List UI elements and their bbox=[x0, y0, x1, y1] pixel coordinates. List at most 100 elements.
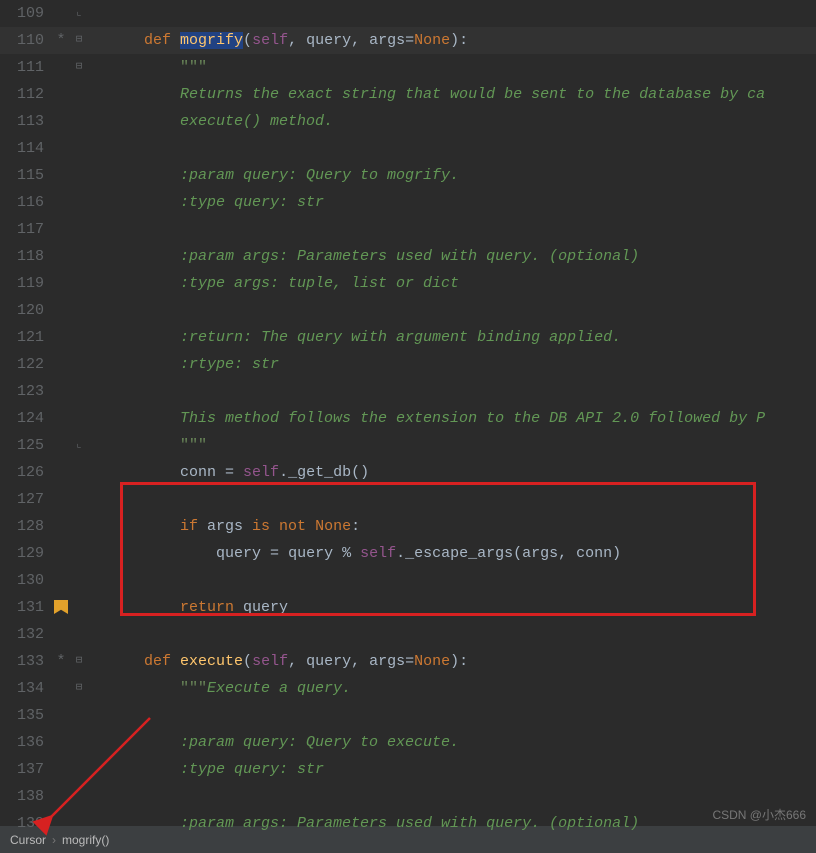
code-line[interactable]: 129 query = query % self._escape_args(ar… bbox=[0, 540, 816, 567]
token-kw: return bbox=[180, 599, 243, 616]
code-content[interactable]: :param args: Parameters used with query.… bbox=[88, 243, 816, 270]
code-line[interactable]: 125 ⌞ """ bbox=[0, 432, 816, 459]
code-content[interactable]: :rtype: str bbox=[88, 351, 816, 378]
code-content[interactable]: :type query: str bbox=[88, 189, 816, 216]
code-line[interactable]: 113 execute() method. bbox=[0, 108, 816, 135]
code-content[interactable]: """ bbox=[88, 54, 816, 81]
token-op: , bbox=[288, 653, 306, 670]
code-line[interactable]: 117 bbox=[0, 216, 816, 243]
token-doc: :return: The query with argument binding… bbox=[180, 329, 621, 346]
fold-end-icon[interactable]: ⌞ bbox=[76, 0, 83, 27]
code-content[interactable]: return query bbox=[88, 594, 816, 621]
code-line[interactable]: 118 :param args: Parameters used with qu… bbox=[0, 243, 816, 270]
line-number: 120 bbox=[0, 297, 52, 324]
code-line[interactable]: 132 bbox=[0, 621, 816, 648]
fold-gutter[interactable]: ⌞ bbox=[70, 0, 88, 27]
code-content[interactable]: """ bbox=[88, 432, 816, 459]
code-content[interactable]: :param args: Parameters used with query.… bbox=[88, 810, 816, 837]
fold-gutter[interactable]: ⊟ bbox=[70, 27, 88, 54]
token-doc: :rtype: str bbox=[180, 356, 279, 373]
code-line[interactable]: 134⊟ """Execute a query. bbox=[0, 675, 816, 702]
fold-start-icon[interactable]: ⊟ bbox=[76, 648, 83, 675]
code-line[interactable]: 130 bbox=[0, 567, 816, 594]
code-line[interactable]: 136 :param query: Query to execute. bbox=[0, 729, 816, 756]
line-number: 125 bbox=[0, 432, 52, 459]
code-line[interactable]: 131 return query bbox=[0, 594, 816, 621]
code-content[interactable]: def execute(self, query, args=None): bbox=[88, 648, 816, 675]
code-line[interactable]: 138 bbox=[0, 783, 816, 810]
code-line[interactable]: 116 :type query: str bbox=[0, 189, 816, 216]
fold-start-icon[interactable]: ⊟ bbox=[76, 54, 83, 81]
token-prm: _escape_args(args bbox=[405, 545, 558, 562]
fold-start-icon[interactable]: ⊟ bbox=[76, 675, 83, 702]
bookmark-icon bbox=[54, 600, 68, 614]
code-content[interactable]: def mogrify(self, query, args=None): bbox=[88, 27, 816, 54]
code-content[interactable]: This method follows the extension to the… bbox=[88, 405, 816, 432]
fold-gutter[interactable]: ⊟ bbox=[70, 54, 88, 81]
gutter-change-marker: * bbox=[52, 648, 70, 675]
code-content[interactable]: :param query: Query to execute. bbox=[88, 729, 816, 756]
token-prm: args bbox=[369, 32, 405, 49]
fold-gutter[interactable]: ⊟ bbox=[70, 675, 88, 702]
code-line[interactable]: 124 This method follows the extension to… bbox=[0, 405, 816, 432]
code-content[interactable]: conn = self._get_db() bbox=[88, 459, 816, 486]
token-none: None bbox=[414, 32, 450, 49]
token-op: = bbox=[270, 545, 288, 562]
line-number: 132 bbox=[0, 621, 52, 648]
fold-start-icon[interactable]: ⊟ bbox=[76, 27, 83, 54]
line-number: 123 bbox=[0, 378, 52, 405]
line-number: 110 bbox=[0, 27, 52, 54]
code-content[interactable]: :param query: Query to mogrify. bbox=[88, 162, 816, 189]
code-line[interactable]: 121 :return: The query with argument bin… bbox=[0, 324, 816, 351]
token-slf: self bbox=[360, 545, 396, 562]
code-content[interactable]: execute() method. bbox=[88, 108, 816, 135]
code-content[interactable]: """Execute a query. bbox=[88, 675, 816, 702]
token-str: """ bbox=[180, 59, 207, 76]
code-line[interactable]: 128 if args is not None: bbox=[0, 513, 816, 540]
code-line[interactable]: 114 bbox=[0, 135, 816, 162]
code-line[interactable]: 139 :param args: Parameters used with qu… bbox=[0, 810, 816, 837]
line-number: 119 bbox=[0, 270, 52, 297]
code-line[interactable]: 119 :type args: tuple, list or dict bbox=[0, 270, 816, 297]
fold-gutter[interactable]: ⊟ bbox=[70, 648, 88, 675]
code-content[interactable]: Returns the exact string that would be s… bbox=[88, 81, 816, 108]
line-number: 124 bbox=[0, 405, 52, 432]
token-prm: query bbox=[288, 545, 342, 562]
fold-gutter[interactable]: ⌞ bbox=[70, 432, 88, 459]
code-editor[interactable]: 109⌞110*⊟ def mogrify(self, query, args=… bbox=[0, 0, 816, 826]
code-line[interactable]: 127 bbox=[0, 486, 816, 513]
token-op: , bbox=[351, 653, 369, 670]
line-number: 133 bbox=[0, 648, 52, 675]
token-op: ( bbox=[243, 653, 252, 670]
code-line[interactable]: 115 :param query: Query to mogrify. bbox=[0, 162, 816, 189]
fold-end-icon[interactable]: ⌞ bbox=[76, 432, 83, 459]
token-prm: conn bbox=[180, 464, 225, 481]
code-content[interactable]: query = query % self._escape_args(args, … bbox=[88, 540, 816, 567]
code-line[interactable]: 137 :type query: str bbox=[0, 756, 816, 783]
code-line[interactable]: 110*⊟ def mogrify(self, query, args=None… bbox=[0, 27, 816, 54]
code-line[interactable]: 123 bbox=[0, 378, 816, 405]
code-content[interactable]: :type query: str bbox=[88, 756, 816, 783]
token-prm: query bbox=[243, 599, 288, 616]
code-line[interactable]: 126 conn = self._get_db() bbox=[0, 459, 816, 486]
code-content[interactable]: :type args: tuple, list or dict bbox=[88, 270, 816, 297]
code-content[interactable]: :return: The query with argument binding… bbox=[88, 324, 816, 351]
watermark: CSDN @小杰666 bbox=[712, 806, 806, 823]
token-prm: args bbox=[207, 518, 252, 535]
token-sel: mogrify bbox=[180, 32, 243, 49]
token-op: % bbox=[342, 545, 360, 562]
token-doc: :type query: str bbox=[180, 194, 324, 211]
code-line[interactable]: 109⌞ bbox=[0, 0, 816, 27]
code-line[interactable]: 111⊟ """ bbox=[0, 54, 816, 81]
code-line[interactable]: 135 bbox=[0, 702, 816, 729]
code-line[interactable]: 122 :rtype: str bbox=[0, 351, 816, 378]
code-content[interactable]: if args is not None: bbox=[88, 513, 816, 540]
code-line[interactable]: 120 bbox=[0, 297, 816, 324]
code-line[interactable]: 133*⊟ def execute(self, query, args=None… bbox=[0, 648, 816, 675]
token-op: = bbox=[405, 32, 414, 49]
code-line[interactable]: 112 Returns the exact string that would … bbox=[0, 81, 816, 108]
token-prm: conn) bbox=[576, 545, 621, 562]
line-number: 126 bbox=[0, 459, 52, 486]
token-op: = bbox=[225, 464, 243, 481]
token-kw: is not bbox=[252, 518, 315, 535]
